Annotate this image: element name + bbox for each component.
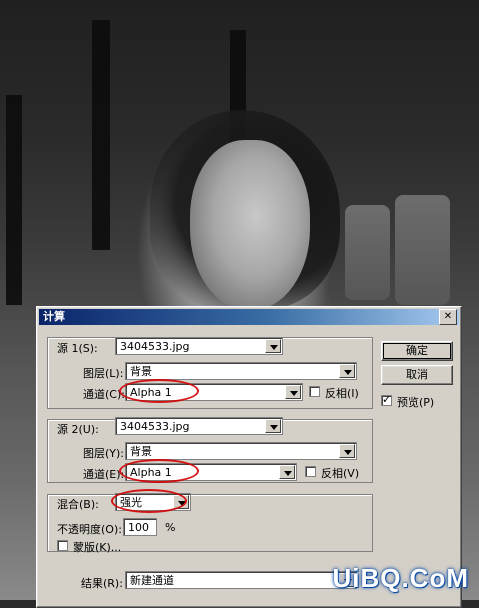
dialog-title: 计算 — [43, 310, 65, 323]
opacity-value: 100 — [128, 521, 149, 534]
source2-invert-checkbox[interactable] — [305, 466, 316, 477]
source1-label: 源 1(S): — [57, 342, 98, 355]
source2-channel-label: 通道(E): — [83, 468, 125, 481]
highlight-ellipse — [119, 379, 199, 403]
source1-invert-label: 反相(I) — [325, 387, 359, 400]
background-jar — [345, 205, 390, 300]
opacity-input[interactable]: 100 — [123, 518, 157, 536]
opacity-percent: % — [165, 521, 176, 534]
result-select[interactable]: 新建通道 — [125, 571, 357, 589]
source1-layer-label: 图层(L): — [83, 367, 124, 380]
close-button[interactable]: ✕ — [439, 309, 457, 325]
highlight-ellipse — [111, 489, 187, 513]
source2-invert-label: 反相(V) — [321, 467, 360, 480]
chevron-down-icon[interactable] — [279, 465, 295, 479]
preview-checkbox[interactable] — [381, 393, 392, 406]
opacity-label: 不透明度(O): — [57, 523, 122, 536]
source1-invert-checkbox[interactable] — [309, 386, 320, 397]
highlight-ellipse — [119, 459, 199, 483]
preview-label: 预览(P) — [397, 396, 435, 409]
chevron-down-icon[interactable] — [285, 385, 301, 399]
mask-checkbox[interactable] — [57, 540, 68, 551]
source2-layer-select[interactable]: 背景 — [125, 442, 357, 460]
result-label: 结果(R): — [81, 577, 123, 590]
photo-face-shape — [190, 140, 310, 310]
source1-layer-select[interactable]: 背景 — [125, 362, 357, 380]
source2-label: 源 2(U): — [57, 423, 99, 436]
chevron-down-icon[interactable] — [265, 419, 281, 433]
result-value: 新建通道 — [130, 574, 174, 587]
source2-file-select[interactable]: 3404533.jpg — [115, 417, 283, 435]
source1-file-value: 3404533.jpg — [120, 340, 190, 353]
background-pole — [92, 20, 110, 250]
source1-file-select[interactable]: 3404533.jpg — [115, 337, 283, 355]
source2-layer-label: 图层(Y): — [83, 447, 125, 460]
watermark: UiBQ.CoM — [332, 563, 469, 593]
chevron-down-icon[interactable] — [339, 444, 355, 458]
source2-file-value: 3404533.jpg — [120, 420, 190, 433]
background-pole — [6, 95, 22, 305]
ok-button[interactable]: 确定 — [381, 341, 453, 361]
source1-layer-value: 背景 — [130, 365, 152, 378]
background-jar — [395, 195, 450, 305]
dialog-titlebar[interactable]: 计算 ✕ — [39, 309, 459, 325]
chevron-down-icon[interactable] — [265, 339, 281, 353]
close-icon: ✕ — [443, 311, 453, 322]
chevron-down-icon[interactable] — [339, 364, 355, 378]
cancel-button[interactable]: 取消 — [381, 365, 453, 385]
mask-label: 蒙版(K)... — [73, 541, 122, 554]
source2-layer-value: 背景 — [130, 445, 152, 458]
blend-label: 混合(B): — [57, 498, 99, 511]
